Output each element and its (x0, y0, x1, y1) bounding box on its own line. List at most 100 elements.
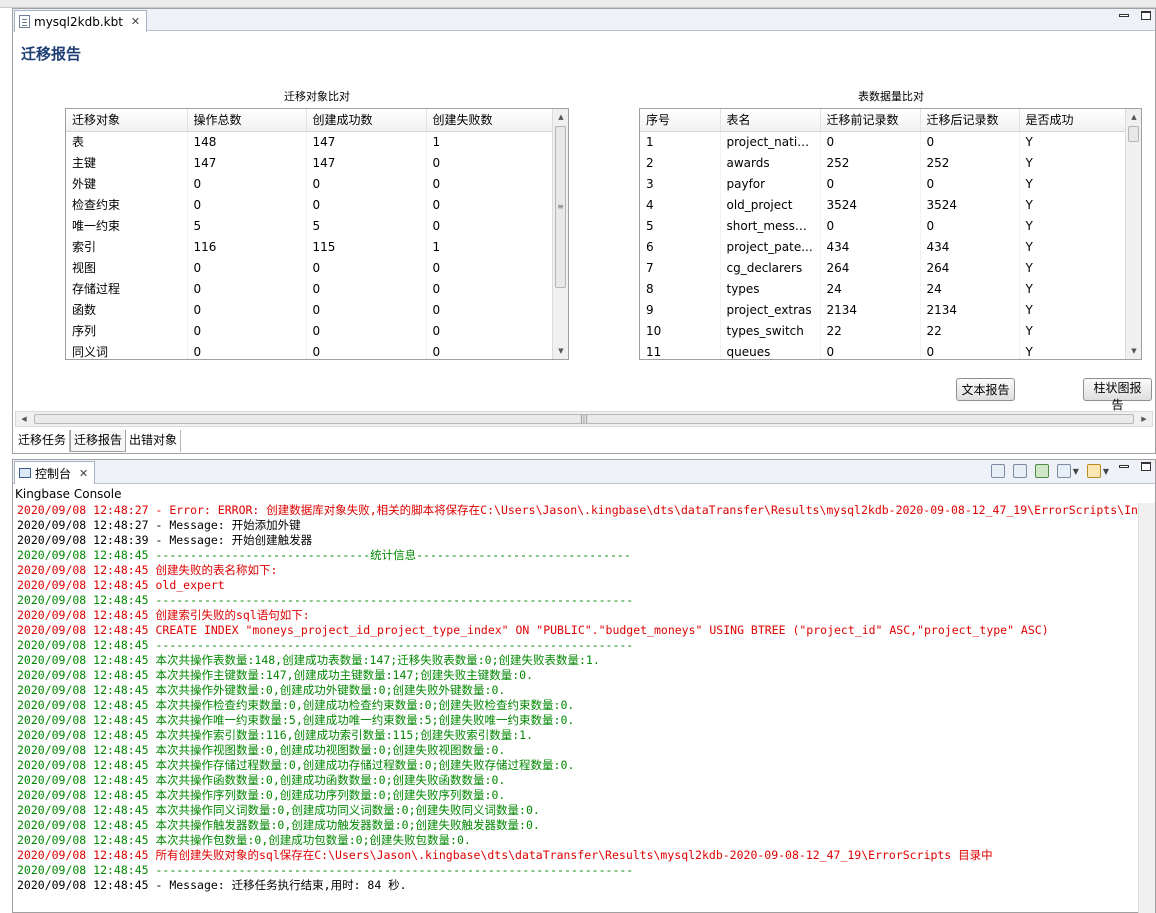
scroll-up-icon[interactable]: ▲ (553, 109, 568, 125)
console-line: 2020/09/08 12:48:45 创建索引失败的sql语句如下: (17, 608, 1137, 623)
minimize-icon[interactable] (1119, 14, 1129, 17)
close-icon[interactable]: ✕ (79, 467, 88, 480)
table-row[interactable]: 10 types_switch 22 22 Y (640, 320, 1127, 341)
editor-tab-mysql2kdb[interactable]: mysql2kdb.kbt ✕ (14, 10, 148, 32)
table-row[interactable]: 1 project_natio... 0 0 Y (640, 131, 1127, 152)
console-icon (19, 468, 31, 478)
table-row[interactable]: 索引 116 115 1 (66, 236, 554, 257)
scroll-thumb[interactable]: ||| (34, 414, 1134, 424)
table-cell: Y (1019, 236, 1127, 257)
table-cell: 0 (306, 341, 427, 359)
close-icon[interactable]: ✕ (131, 15, 140, 28)
pin-console-icon[interactable] (1034, 464, 1049, 478)
table-row[interactable]: 序列 0 0 0 (66, 320, 554, 341)
object-column-header[interactable]: 迁移对象 (66, 109, 188, 132)
console-line: 2020/09/08 12:48:45 本次共操作函数数量:0,创建成功函数数量… (17, 773, 1137, 788)
scroll-lock-icon[interactable] (1012, 464, 1027, 478)
editor-horizontal-scrollbar[interactable]: ◀ ||| ▶ (15, 411, 1153, 427)
data-column-header[interactable]: 迁移后记录数 (920, 109, 1020, 132)
open-console-icon[interactable] (1086, 464, 1101, 478)
object-table-scrollbar[interactable]: ▲ ≡ ▼ (552, 109, 568, 359)
table-row[interactable]: 8 types 24 24 Y (640, 278, 1127, 299)
table-cell: 0 (306, 173, 427, 194)
console-tab[interactable]: 控制台 ✕ (14, 461, 96, 484)
table-cell: Y (1019, 299, 1127, 320)
clear-console-icon[interactable] (990, 464, 1005, 478)
console-timestamp: 2020/09/08 12:48:45 (17, 653, 149, 667)
console-timestamp: 2020/09/08 12:48:45 (17, 548, 149, 562)
table-cell: 148 (187, 131, 307, 152)
table-cell: 0 (426, 341, 554, 359)
bar-chart-report-button[interactable]: 柱状图报告 (1083, 378, 1152, 412)
scroll-down-icon[interactable]: ▼ (1126, 343, 1141, 359)
object-column-header[interactable]: 创建失败数 (426, 109, 554, 132)
scroll-up-icon[interactable]: ▲ (1126, 109, 1141, 125)
table-row[interactable]: 4 old_project 3524 3524 Y (640, 194, 1127, 215)
tab-error-objects[interactable]: 出错对象 (126, 430, 182, 452)
table-cell: 5 (640, 215, 721, 236)
scroll-down-icon[interactable]: ▼ (553, 343, 568, 359)
table-cell: 10 (640, 320, 721, 341)
table-row[interactable]: 9 project_extras 2134 2134 Y (640, 299, 1127, 320)
table-row[interactable]: 视图 0 0 0 (66, 257, 554, 278)
table-row[interactable]: 3 payfor 0 0 Y (640, 173, 1127, 194)
text-report-button[interactable]: 文本报告 (956, 378, 1015, 401)
scroll-left-icon[interactable]: ◀ (16, 412, 32, 426)
table-row[interactable]: 检查约束 0 0 0 (66, 194, 554, 215)
console-message: 所有创建失败对象的sql保存在C:\Users\Jason\.kingbase\… (148, 848, 993, 862)
data-column-header[interactable]: 迁移前记录数 (820, 109, 921, 132)
object-column-header[interactable]: 创建成功数 (306, 109, 427, 132)
editor-page-tabs: 迁移任务 迁移报告 出错对象 (15, 430, 182, 452)
console-timestamp: 2020/09/08 12:48:39 (17, 533, 149, 547)
tab-migration-report[interactable]: 迁移报告 (70, 430, 127, 452)
tab-migration-task[interactable]: 迁移任务 (15, 430, 71, 452)
chevron-down-icon[interactable]: ▼ (1073, 467, 1079, 476)
console-message: 本次共操作包数量:0,创建成功包数量:0;创建失败包数量:0. (148, 833, 471, 847)
table-row[interactable]: 11 queues 0 0 Y (640, 341, 1127, 359)
table-cell: 主键 (66, 152, 188, 173)
console-message: - Error: ERROR: 创建数据库对象失败,相关的脚本将保存在C:\Us… (148, 503, 1137, 517)
console-line: 2020/09/08 12:48:45 CREATE INDEX "moneys… (17, 623, 1137, 638)
display-console-icon[interactable] (1056, 464, 1071, 478)
table-row[interactable]: 2 awards 252 252 Y (640, 152, 1127, 173)
scroll-thumb[interactable]: ≡ (555, 126, 566, 288)
table-cell: Y (1019, 257, 1127, 278)
table-row[interactable]: 外键 0 0 0 (66, 173, 554, 194)
table-cell: 0 (306, 299, 427, 320)
table-row[interactable]: 7 cg_declarers 264 264 Y (640, 257, 1127, 278)
data-table-scrollbar[interactable]: ▲ ▼ (1125, 109, 1141, 359)
table-cell: 同义词 (66, 341, 188, 359)
table-cell: Y (1019, 194, 1127, 215)
table-cell: 434 (920, 236, 1020, 257)
table-row[interactable]: 函数 0 0 0 (66, 299, 554, 320)
scroll-right-icon[interactable]: ▶ (1136, 412, 1152, 426)
table-row[interactable]: 6 project_pate... 434 434 Y (640, 236, 1127, 257)
table-row[interactable]: 5 short_messa... 0 0 Y (640, 215, 1127, 236)
console-scrollbar[interactable] (1138, 503, 1155, 913)
table-cell: 函数 (66, 299, 188, 320)
minimize-icon[interactable] (1119, 465, 1129, 468)
editor-tab-bar: mysql2kdb.kbt ✕ (13, 9, 1155, 32)
table-row[interactable]: 存储过程 0 0 0 (66, 278, 554, 299)
file-icon (19, 15, 30, 28)
data-compare-table: 序号 表名 迁移前记录数 迁移后记录数 是否成功 1 project_natio... 0 0… (639, 108, 1142, 360)
chevron-down-icon[interactable]: ▼ (1103, 467, 1109, 476)
maximize-icon[interactable] (1141, 11, 1151, 20)
table-row[interactable]: 唯一约束 5 5 0 (66, 215, 554, 236)
table-cell: Y (1019, 215, 1127, 236)
data-column-header[interactable]: 是否成功 (1019, 109, 1127, 132)
table-row[interactable]: 表 148 147 1 (66, 131, 554, 152)
console-message: 本次共操作存储过程数量:0,创建成功存储过程数量:0;创建失败存储过程数量:0. (148, 758, 575, 772)
table-cell: 索引 (66, 236, 188, 257)
data-column-header[interactable]: 表名 (720, 109, 821, 132)
object-column-header[interactable]: 操作总数 (187, 109, 307, 132)
data-column-header[interactable]: 序号 (640, 109, 721, 132)
table-row[interactable]: 主键 147 147 0 (66, 152, 554, 173)
console-output[interactable]: 2020/09/08 12:48:27 - Error: ERROR: 创建数据… (17, 503, 1137, 911)
scroll-thumb[interactable] (1128, 126, 1139, 142)
console-timestamp: 2020/09/08 12:48:45 (17, 818, 149, 832)
maximize-icon[interactable] (1141, 462, 1151, 471)
console-timestamp: 2020/09/08 12:48:45 (17, 608, 149, 622)
table-cell: 1 (640, 131, 721, 152)
table-row[interactable]: 同义词 0 0 0 (66, 341, 554, 359)
